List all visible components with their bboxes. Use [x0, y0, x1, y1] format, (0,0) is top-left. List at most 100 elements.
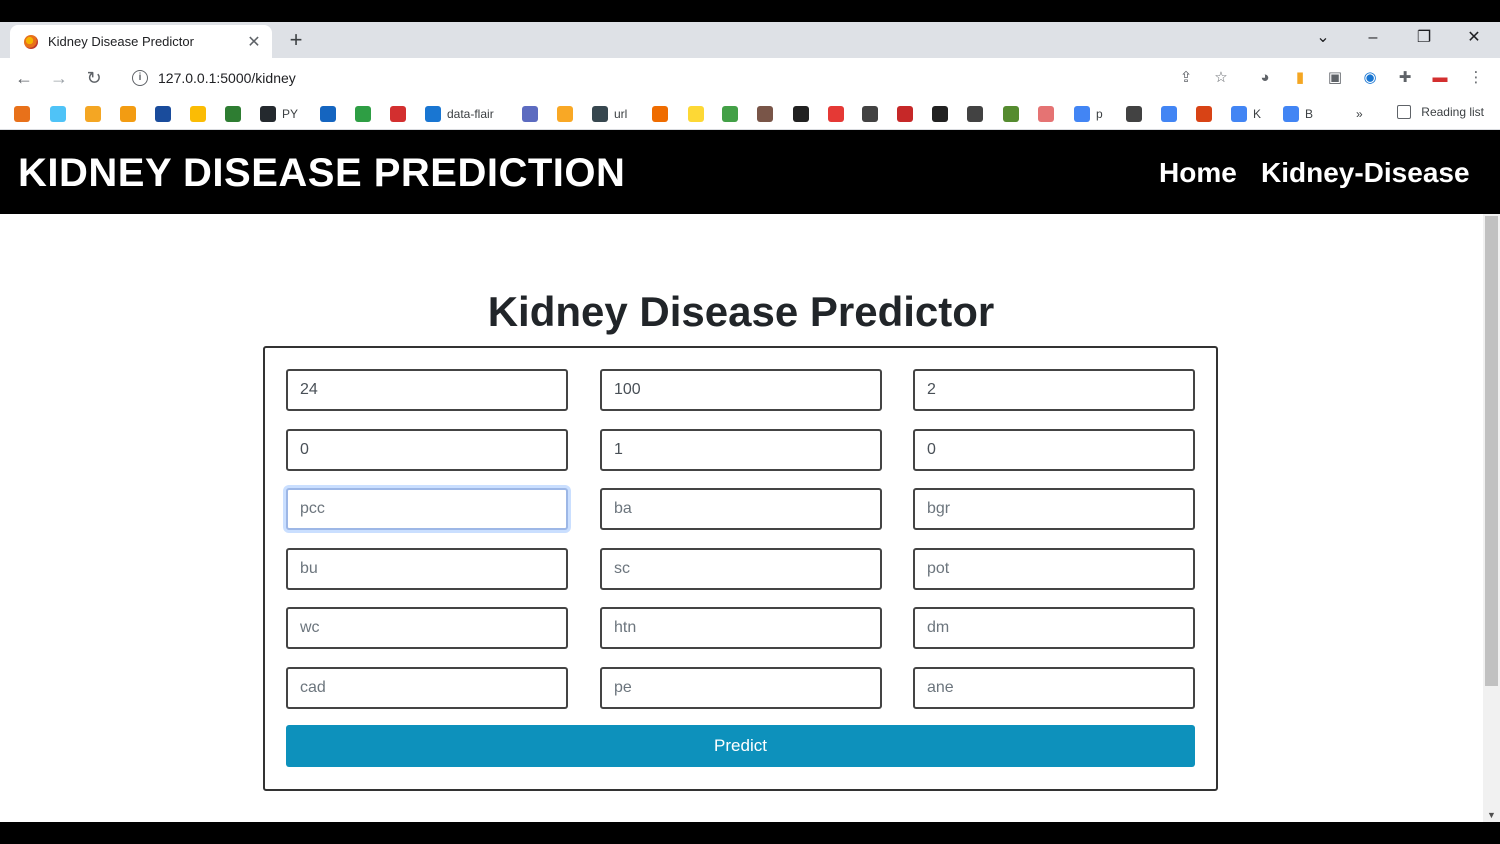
input-field-bu[interactable] [286, 548, 568, 590]
bookmark-item[interactable] [85, 105, 107, 123]
bookmark-item[interactable] [1126, 105, 1148, 123]
input-field-wc[interactable] [286, 607, 568, 649]
minimize-icon[interactable]: – [1353, 26, 1393, 50]
input-field-bgr[interactable] [913, 488, 1195, 530]
input-field-field-4[interactable] [286, 429, 568, 471]
input-field-field-1[interactable] [286, 369, 568, 411]
extensions-puzzle-icon[interactable]: ✚ [1395, 68, 1415, 88]
bookmark-item[interactable] [967, 105, 989, 123]
extension-profile-icon[interactable]: ◉ [1360, 68, 1380, 88]
bookmark-favicon-icon [967, 106, 983, 122]
page-scrollbar[interactable]: ▼ [1483, 214, 1500, 822]
input-field-field-5[interactable] [600, 429, 882, 471]
bookmark-item[interactable] [828, 105, 850, 123]
bookmark-item[interactable] [522, 105, 544, 123]
bookmark-item[interactable] [722, 105, 744, 123]
share-icon[interactable]: ⇪ [1176, 68, 1196, 88]
bookmark-favicon-icon [1038, 106, 1054, 122]
bookmark-item[interactable] [155, 105, 177, 123]
bookmark-item[interactable] [897, 105, 919, 123]
bookmark-item[interactable] [225, 105, 247, 123]
input-field-ba[interactable] [600, 488, 882, 530]
bookmark-item[interactable]: url [592, 105, 627, 123]
bookmark-label: url [614, 107, 628, 121]
bookmark-favicon-icon [120, 106, 136, 122]
bookmark-favicon-icon [260, 106, 276, 122]
bookmark-item[interactable] [688, 105, 710, 123]
restore-icon[interactable]: ❐ [1404, 26, 1444, 50]
input-field-pe[interactable] [600, 667, 882, 709]
input-field-pcc[interactable] [286, 488, 568, 530]
bookmark-item[interactable] [190, 105, 212, 123]
bookmark-favicon-icon [190, 106, 206, 122]
screen-bottom-border [0, 822, 1500, 844]
bookmark-favicon-icon [355, 106, 371, 122]
bookmark-item[interactable]: K [1231, 105, 1261, 123]
extension-battery-icon[interactable]: ▬ [1430, 68, 1450, 88]
scroll-down-arrow-icon[interactable]: ▼ [1487, 810, 1496, 820]
bookmark-item[interactable] [932, 105, 954, 123]
extension-screenshot-icon[interactable]: ▣ [1325, 68, 1345, 88]
bookmark-item[interactable] [1003, 105, 1025, 123]
bookmarks-overflow-button[interactable]: » [1356, 105, 1363, 123]
input-field-htn[interactable] [600, 607, 882, 649]
forward-arrow-icon[interactable]: → [47, 66, 71, 90]
input-field-field-2[interactable] [600, 369, 882, 411]
input-field-pot[interactable] [913, 548, 1195, 590]
input-field-field-6[interactable] [913, 429, 1195, 471]
page-title: Kidney Disease Predictor [487, 288, 995, 335]
site-brand[interactable]: KIDNEY DISEASE PREDICTION [18, 150, 625, 196]
nav-link-home[interactable]: Home [1159, 156, 1237, 190]
bookmark-item[interactable]: PY [260, 105, 298, 123]
tab-close-icon[interactable]: ✕ [246, 32, 262, 52]
nav-link-kidney-disease[interactable]: Kidney-Disease [1261, 156, 1470, 190]
bookmark-label: data-flair [447, 107, 494, 121]
bookmark-item[interactable]: p [1074, 105, 1103, 123]
bookmark-item[interactable]: B [1283, 105, 1313, 123]
address-bar[interactable]: i 127.0.0.1:5000/kidney [120, 62, 1210, 94]
bookmark-item[interactable] [355, 105, 377, 123]
bookmark-item[interactable] [757, 105, 779, 123]
bookmark-item[interactable] [1196, 105, 1218, 123]
predict-button[interactable]: Predict [286, 725, 1195, 767]
browser-tab[interactable]: Kidney Disease Predictor ✕ [10, 25, 272, 58]
bookmark-item[interactable] [50, 105, 72, 123]
bookmark-item[interactable] [320, 105, 342, 123]
back-arrow-icon[interactable]: ← [12, 66, 36, 90]
bookmark-item[interactable] [1161, 105, 1183, 123]
bookmark-item[interactable] [862, 105, 884, 123]
bookmark-favicon-icon [862, 106, 878, 122]
bookmark-item[interactable] [1038, 105, 1060, 123]
bookmark-item[interactable] [14, 105, 36, 123]
bookmark-favicon-icon [155, 106, 171, 122]
reload-icon[interactable]: ↻ [82, 66, 106, 90]
bookmark-favicon-icon [1074, 106, 1090, 122]
bookmark-favicon-icon [225, 106, 241, 122]
input-field-field-3[interactable] [913, 369, 1195, 411]
bookmark-favicon-icon [1231, 106, 1247, 122]
tab-search-icon[interactable]: ⌄ [1303, 26, 1343, 50]
url-text: 127.0.0.1:5000/kidney [158, 70, 296, 86]
bookmark-star-icon[interactable]: ☆ [1211, 68, 1231, 88]
input-field-dm[interactable] [913, 607, 1195, 649]
browser-toolbar: ← → ↻ i 127.0.0.1:5000/kidney ⇪ ☆ ◕ ▮ ▣ … [0, 58, 1500, 98]
extension-chart-icon[interactable]: ▮ [1290, 68, 1310, 88]
scrollbar-thumb[interactable] [1485, 216, 1498, 686]
bookmark-item[interactable]: data-flair [425, 105, 494, 123]
input-field-sc[interactable] [600, 548, 882, 590]
input-field-ane[interactable] [913, 667, 1195, 709]
bookmark-label: K [1253, 107, 1262, 121]
new-tab-button[interactable]: + [284, 28, 308, 52]
input-field-cad[interactable] [286, 667, 568, 709]
bookmark-item[interactable] [390, 105, 412, 123]
bookmark-item[interactable] [652, 105, 674, 123]
bookmark-item[interactable] [557, 105, 579, 123]
site-info-icon[interactable]: i [132, 70, 148, 86]
bookmark-item[interactable] [120, 105, 142, 123]
chrome-menu-icon[interactable]: ⋮ [1466, 68, 1486, 88]
bookmark-item[interactable] [793, 105, 815, 123]
close-window-icon[interactable]: ✕ [1454, 26, 1494, 50]
reading-list-button[interactable]: Reading list [1397, 105, 1484, 119]
bookmark-favicon-icon [592, 106, 608, 122]
extension-panda-icon[interactable]: ◕ [1255, 68, 1275, 88]
